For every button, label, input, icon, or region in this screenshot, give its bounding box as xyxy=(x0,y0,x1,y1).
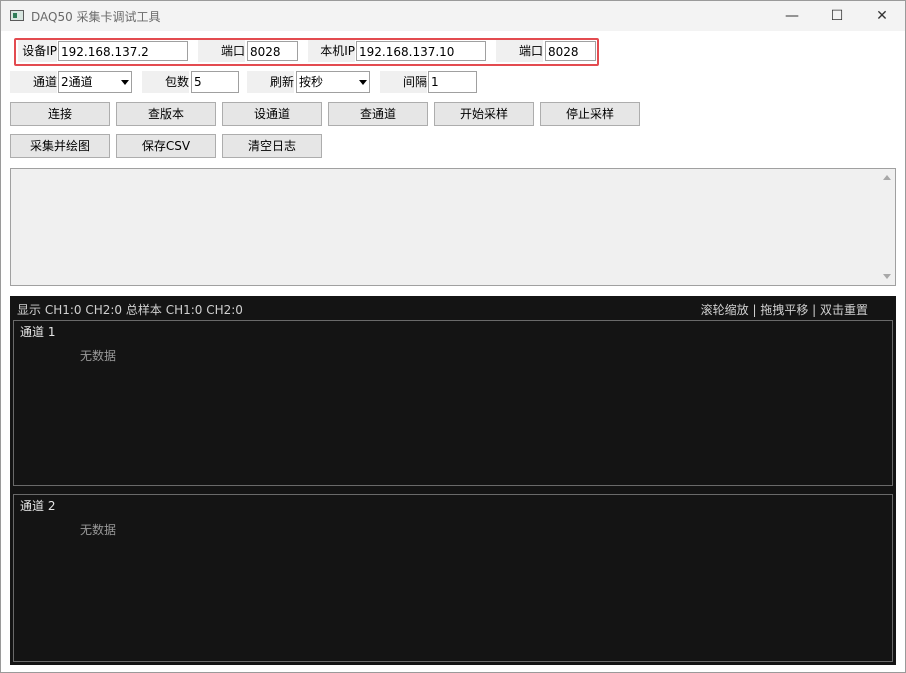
plot-area[interactable]: 显示 CH1:0 CH2:0 总样本 CH1:0 CH2:0 滚轮缩放 | 拖拽… xyxy=(10,296,896,665)
refresh-label: 刷新 xyxy=(247,71,294,93)
channel-1-panel[interactable]: 通道 1 无数据 xyxy=(13,320,893,486)
close-icon[interactable]: ✕ xyxy=(859,1,905,31)
channel-select[interactable]: 2通道 xyxy=(58,71,132,93)
client-area: 设备IP 192.168.137.2 端口 8028 本机IP 192.168.… xyxy=(1,31,905,672)
plot-hint-text: 滚轮缩放 | 拖拽平移 | 双击重置 xyxy=(700,303,868,317)
network-highlight-box xyxy=(14,38,599,66)
channel-1-empty-text: 无数据 xyxy=(80,349,117,363)
maximize-icon[interactable]: ☐ xyxy=(814,1,860,31)
interval-input[interactable]: 1 xyxy=(428,71,477,93)
channel-2-title: 通道 2 xyxy=(20,499,56,513)
stop-sampling-button[interactable]: 停止采样 xyxy=(540,102,640,126)
refresh-select-value: 按秒 xyxy=(299,75,324,89)
channel-select-value: 2通道 xyxy=(61,75,93,89)
window-title: DAQ50 采集卡调试工具 xyxy=(31,10,161,24)
sample-plot-button[interactable]: 采集并绘图 xyxy=(10,134,110,158)
chevron-down-icon xyxy=(359,80,367,85)
packets-label: 包数 xyxy=(142,71,189,93)
scroll-up-icon[interactable] xyxy=(883,175,891,180)
packets-input[interactable]: 5 xyxy=(191,71,239,93)
title-bar: DAQ50 采集卡调试工具 — ☐ ✕ xyxy=(1,1,905,31)
refresh-select[interactable]: 按秒 xyxy=(296,71,370,93)
set-channel-button[interactable]: 设通道 xyxy=(222,102,322,126)
channel-2-empty-text: 无数据 xyxy=(80,523,117,537)
interval-label: 间隔 xyxy=(380,71,427,93)
save-csv-button[interactable]: 保存CSV xyxy=(116,134,216,158)
start-sampling-button[interactable]: 开始采样 xyxy=(434,102,534,126)
plot-status-text: 显示 CH1:0 CH2:0 总样本 CH1:0 CH2:0 xyxy=(17,303,243,317)
channel-2-panel[interactable]: 通道 2 无数据 xyxy=(13,494,893,662)
query-channel-button[interactable]: 查通道 xyxy=(328,102,428,126)
app-icon xyxy=(10,10,24,21)
scroll-down-icon[interactable] xyxy=(883,274,891,279)
main-window: DAQ50 采集卡调试工具 — ☐ ✕ 设备IP 192.168.137.2 端… xyxy=(0,0,906,673)
channel-1-title: 通道 1 xyxy=(20,325,56,339)
minimize-icon[interactable]: — xyxy=(769,1,815,31)
channel-label: 通道 xyxy=(10,71,57,93)
connect-button[interactable]: 连接 xyxy=(10,102,110,126)
clear-log-button[interactable]: 清空日志 xyxy=(222,134,322,158)
log-textarea[interactable] xyxy=(10,168,896,286)
query-version-button[interactable]: 查版本 xyxy=(116,102,216,126)
chevron-down-icon xyxy=(121,80,129,85)
